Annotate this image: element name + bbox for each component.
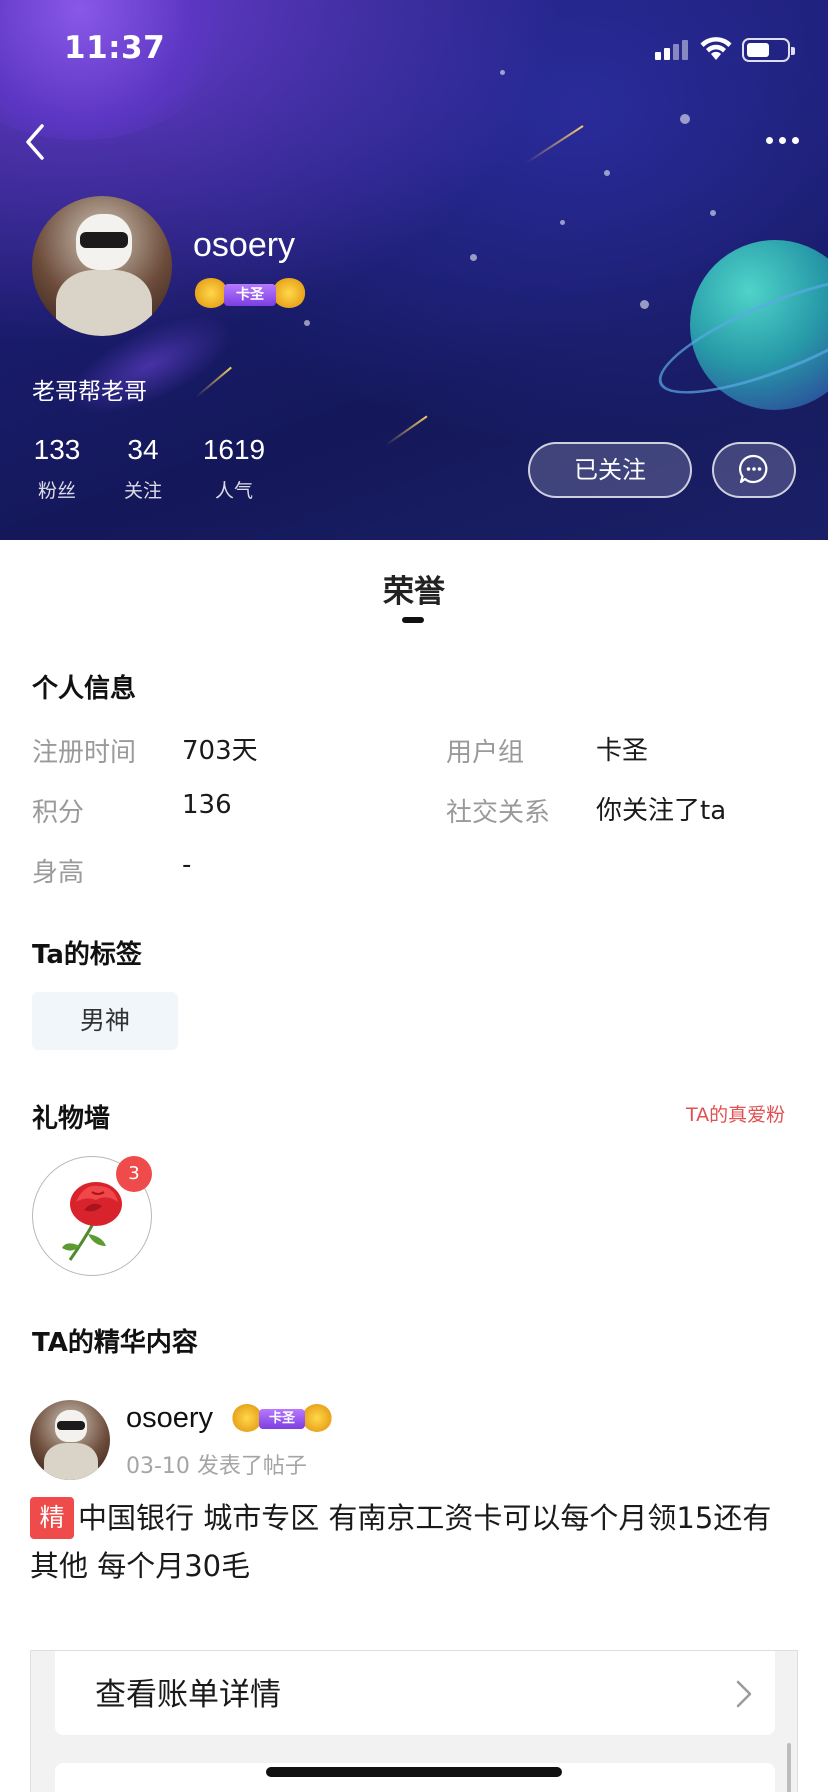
preview-scrollbar	[787, 1743, 791, 1792]
stat-label: 粉丝	[37, 480, 76, 502]
info-value-register-time: 703天	[182, 736, 258, 766]
star-decor	[304, 320, 310, 326]
tab-indicator	[402, 617, 424, 623]
info-value-relationship: 你关注了ta	[596, 796, 727, 826]
featured-flag-badge: 精	[30, 1497, 74, 1539]
more-options-button[interactable]	[766, 128, 800, 152]
info-value-points: 136	[182, 790, 232, 820]
post-content: 中国银行 城市专区 有南京工资卡可以每个月领15还有其他 每个月30毛	[30, 1501, 772, 1583]
stat-following[interactable]: 34 关注	[118, 434, 168, 503]
info-value-height: -	[182, 850, 192, 880]
battery-icon	[742, 38, 795, 62]
featured-title: TA的精华内容	[32, 1328, 198, 1358]
preview-card: 查看账单详情	[55, 1651, 775, 1735]
true-fans-link[interactable]: TA的真爱粉	[686, 1100, 785, 1127]
info-label-register-time: 注册时间	[32, 738, 137, 768]
profile-username: osoery	[193, 226, 296, 264]
status-time: 11:37	[64, 30, 166, 66]
user-level-badge[interactable]: 卡圣	[194, 276, 306, 310]
dot-icon	[779, 137, 786, 144]
dot-icon	[766, 137, 773, 144]
star-decor	[640, 300, 649, 309]
wifi-icon	[700, 37, 732, 60]
meteor-decor	[525, 125, 584, 164]
message-button[interactable]	[712, 442, 796, 498]
tab-honor[interactable]: 荣誉	[0, 566, 828, 611]
personal-info-title: 个人信息	[32, 674, 137, 704]
gift-count-badge: 3	[116, 1156, 152, 1192]
stat-value: 34	[127, 434, 159, 465]
post-meta: 03-10 发表了帖子	[126, 1454, 307, 1479]
meteor-decor	[385, 415, 428, 446]
home-indicator[interactable]	[266, 1767, 562, 1777]
following-button[interactable]: 已关注	[528, 442, 692, 498]
dot-icon	[792, 137, 799, 144]
post-author-badge: 卡圣	[232, 1402, 332, 1434]
post-author-avatar[interactable]	[30, 1400, 110, 1480]
badge-label: 卡圣	[224, 284, 276, 306]
tags-title: Ta的标签	[32, 940, 142, 970]
info-label-height: 身高	[32, 858, 85, 888]
stat-label: 关注	[123, 480, 162, 502]
stat-label: 人气	[214, 480, 253, 502]
profile-signature: 老哥帮老哥	[32, 379, 147, 405]
profile-avatar[interactable]	[32, 196, 172, 336]
info-label-relationship: 社交关系	[446, 798, 551, 828]
info-label-points: 积分	[32, 798, 85, 828]
post-text[interactable]: 精中国银行 城市专区 有南京工资卡可以每个月领15还有其他 每个月30毛	[30, 1494, 800, 1590]
star-decor	[680, 114, 690, 124]
gift-wall-title: 礼物墙	[32, 1104, 111, 1134]
tag-chip[interactable]: 男神	[32, 992, 178, 1050]
star-decor	[710, 210, 716, 216]
cellular-signal-icon	[655, 38, 689, 60]
post-author-name[interactable]: osoery	[126, 1402, 213, 1435]
stat-popularity[interactable]: 1619 人气	[202, 434, 266, 503]
badge-label: 卡圣	[259, 1409, 305, 1429]
back-chevron-icon[interactable]	[22, 120, 52, 164]
status-bar: 11:37	[0, 0, 828, 98]
stat-followers[interactable]: 133 粉丝	[32, 434, 82, 503]
chat-bubble-icon	[739, 454, 768, 484]
chevron-right-icon	[736, 1680, 752, 1708]
stat-value: 1619	[202, 434, 266, 465]
star-decor	[560, 220, 565, 225]
info-value-user-group: 卡圣	[596, 736, 649, 766]
info-label-user-group: 用户组	[446, 738, 525, 768]
preview-label: 查看账单详情	[95, 1677, 281, 1713]
star-decor	[470, 254, 477, 261]
star-decor	[604, 170, 610, 176]
stat-value: 133	[33, 434, 81, 465]
profile-header: 11:37 osoery 卡圣 老哥帮老哥 133 粉丝 34 关注 1619 …	[0, 0, 828, 540]
